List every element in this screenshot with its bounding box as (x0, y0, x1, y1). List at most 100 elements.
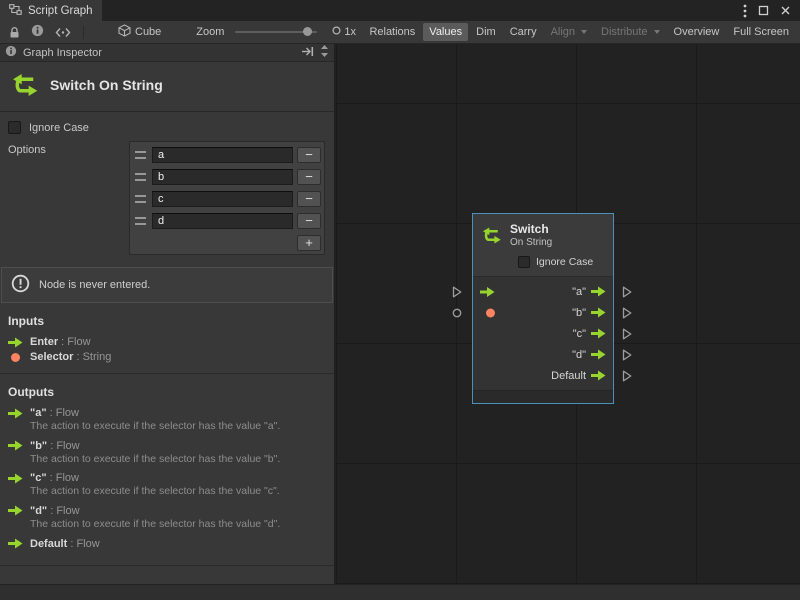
lock-icon[interactable] (5, 23, 24, 42)
pin-name: "c" (30, 472, 47, 484)
node-port-row-a: "a" (473, 281, 613, 302)
flow-arrow-icon[interactable] (591, 349, 606, 360)
flow-arrow-icon (8, 440, 23, 451)
remove-option-button[interactable]: − (297, 213, 321, 229)
inspector-header-title: Graph Inspector (23, 47, 102, 59)
switch-icon (480, 226, 502, 245)
pin-type: Flow (67, 538, 99, 550)
flow-port-icon[interactable] (622, 349, 632, 361)
tab-script-graph[interactable]: Script Graph (0, 0, 102, 21)
flow-input-port[interactable] (480, 286, 495, 297)
code-icon[interactable] (51, 24, 75, 41)
info-toggle-button[interactable] (27, 21, 48, 43)
graph-target-button[interactable]: Cube (112, 21, 167, 43)
value-port-icon[interactable] (452, 308, 462, 318)
window-controls (743, 0, 800, 21)
switch-on-string-node[interactable]: Switch On String Ignore Case "a" (472, 213, 614, 404)
option-input[interactable] (152, 191, 293, 207)
carry-button[interactable]: Carry (504, 23, 543, 41)
flow-port-icon[interactable] (622, 307, 632, 319)
node-titles: Switch On String (510, 222, 552, 248)
align-dropdown[interactable]: Align (545, 23, 593, 41)
option-input[interactable] (152, 213, 293, 229)
flow-port-icon[interactable] (622, 286, 632, 298)
remove-option-button[interactable]: − (297, 191, 321, 207)
pin-type: Flow (47, 407, 79, 419)
option-row: − (133, 188, 321, 210)
pin-type: Flow (58, 336, 90, 348)
node-footer (473, 390, 613, 403)
scroll-arrows-icon[interactable] (320, 44, 329, 61)
option-input[interactable] (152, 147, 293, 163)
maximize-icon[interactable] (758, 5, 769, 16)
toolbar-separator (83, 26, 84, 39)
remove-option-button[interactable]: − (297, 169, 321, 185)
drag-handle-icon[interactable] (135, 195, 146, 203)
node-ignore-case-checkbox[interactable] (518, 256, 530, 268)
output-pin-b: "b"Flow (0, 438, 334, 453)
ignore-case-label: Ignore Case (29, 122, 89, 134)
options-list: − − − − (129, 141, 325, 255)
port-label: Default (551, 370, 586, 382)
input-pin-selector: SelectorString (0, 349, 334, 364)
flow-arrow-icon[interactable] (591, 286, 606, 297)
flow-arrow-icon (8, 505, 23, 516)
zoom-slider[interactable] (235, 31, 317, 33)
drag-handle-icon[interactable] (135, 173, 146, 181)
ignore-case-row: Ignore Case (0, 112, 334, 137)
dock-icon[interactable] (301, 46, 314, 60)
output-pin-c: "c"Flow (0, 470, 334, 485)
toolbar-right-group: Relations Values Dim Carry Align Distrib… (363, 23, 795, 41)
output-pin-default: DefaultFlow (0, 536, 334, 551)
flow-arrow-icon[interactable] (591, 370, 606, 381)
node-port-row-d: "d" (473, 344, 613, 365)
distribute-dropdown[interactable]: Distribute (595, 23, 665, 41)
option-input[interactable] (152, 169, 293, 185)
inspector-node-title: Switch On String (50, 77, 163, 93)
menu-icon[interactable] (743, 4, 747, 18)
graph-target-label: Cube (135, 26, 161, 38)
drag-handle-icon[interactable] (135, 217, 146, 225)
inspector-header-controls (301, 44, 329, 61)
graph-canvas[interactable]: Switch On String Ignore Case "a" (335, 44, 800, 584)
value-dot-icon[interactable] (486, 308, 495, 317)
add-option-button[interactable]: + (297, 235, 321, 251)
node-ignore-case-row: Ignore Case (480, 256, 606, 268)
options-label: Options (8, 141, 46, 156)
value-dot-icon (11, 353, 20, 362)
pin-description: The action to execute if the selector ha… (0, 518, 334, 536)
close-icon[interactable] (780, 5, 791, 16)
remove-option-button[interactable]: − (297, 147, 321, 163)
flow-port-icon[interactable] (622, 328, 632, 340)
option-row: − (133, 210, 321, 232)
flow-arrow-icon (8, 538, 23, 549)
node-port-row-b: "b" (473, 302, 613, 323)
warning-box: Node is never entered. (1, 267, 333, 303)
node-ports: "a" "b" "c" (473, 276, 613, 390)
dropdown-caret-icon (581, 30, 587, 34)
options-footer: + (133, 232, 321, 251)
flow-port-icon[interactable] (452, 286, 462, 298)
values-button[interactable]: Values (423, 23, 468, 41)
relations-button[interactable]: Relations (363, 23, 421, 41)
outputs-heading: Outputs (0, 374, 334, 405)
zoom-slider-handle[interactable] (303, 27, 312, 36)
node-header: Switch On String Ignore Case (473, 214, 613, 276)
zoom-reset-button[interactable]: 1x (328, 23, 360, 41)
pin-description: The action to execute if the selector ha… (0, 453, 334, 471)
fullscreen-button[interactable]: Full Screen (727, 23, 795, 41)
tab-label: Script Graph (28, 5, 93, 17)
flow-port-icon[interactable] (622, 370, 632, 382)
node-subtitle: On String (510, 237, 552, 248)
flow-arrow-icon[interactable] (591, 307, 606, 318)
pin-type: Flow (47, 472, 79, 484)
ignore-case-checkbox[interactable] (8, 121, 21, 134)
node-ignore-case-label: Ignore Case (536, 256, 593, 268)
pin-type: Flow (47, 440, 79, 452)
dim-button[interactable]: Dim (470, 23, 502, 41)
pin-name: "a" (30, 407, 47, 419)
overview-button[interactable]: Overview (668, 23, 726, 41)
flow-arrow-icon[interactable] (591, 328, 606, 339)
drag-handle-icon[interactable] (135, 151, 146, 159)
node-title: Switch (510, 222, 552, 236)
